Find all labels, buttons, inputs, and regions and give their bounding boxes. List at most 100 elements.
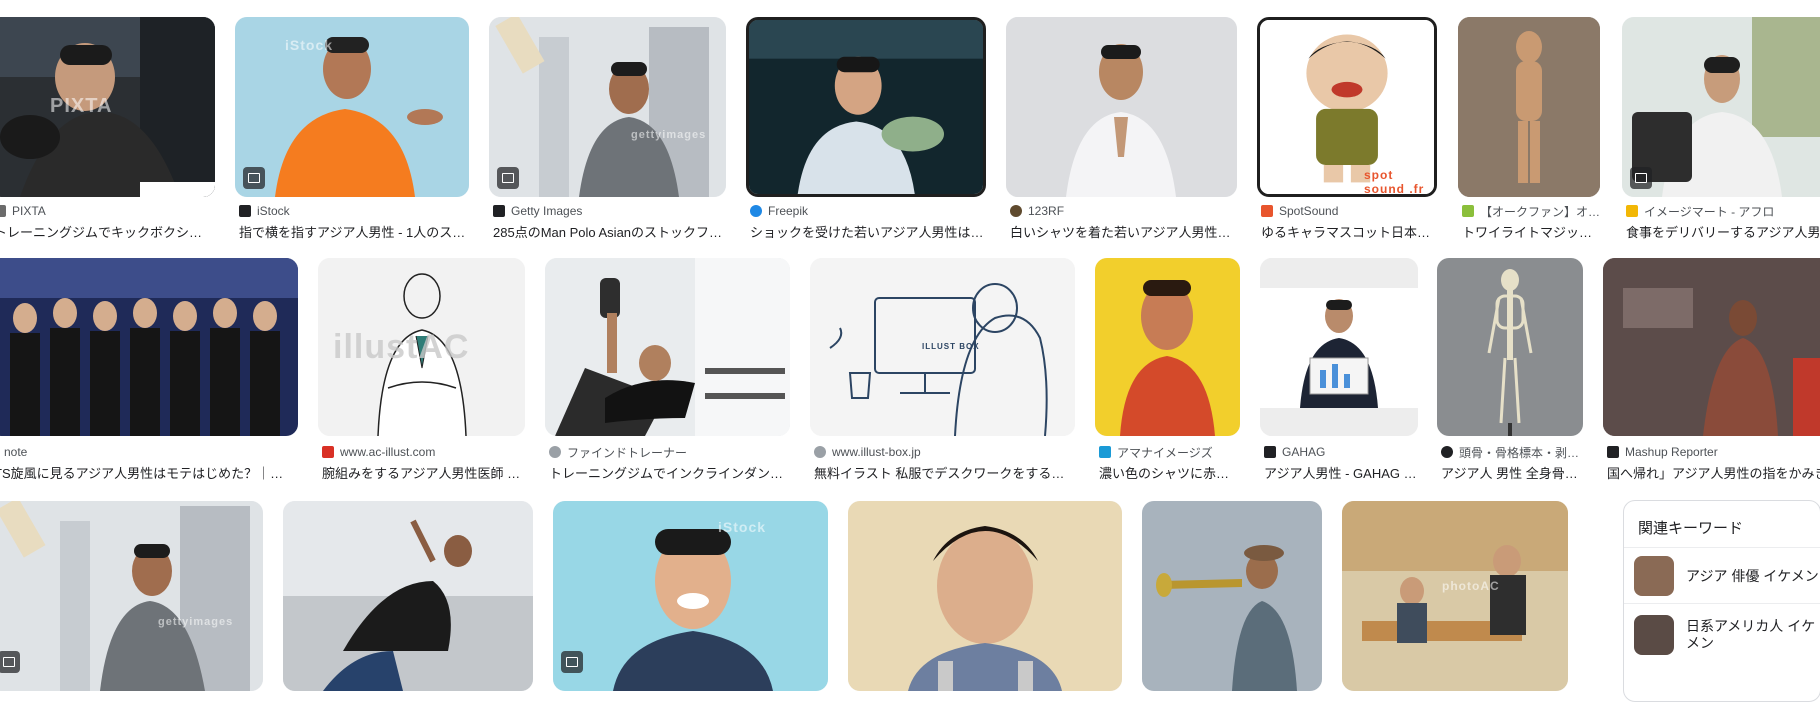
result-thumbnail[interactable] [746, 17, 986, 197]
image-result-card[interactable]: PIXTA PIXTA トレーニングジムでキックボクシング… [0, 17, 215, 245]
result-thumbnail[interactable] [848, 501, 1122, 691]
image-result-card[interactable]: spot sound .fr SpotSound ゆるキャラマスコット日本人… [1257, 17, 1437, 245]
image-result-card[interactable]: Freepik ショックを受けた若いアジア人男性は、… [746, 17, 986, 245]
source-label: note [4, 445, 28, 459]
result-thumbnail[interactable]: gettyimages [489, 17, 726, 197]
source-label: PIXTA [12, 204, 46, 218]
result-title[interactable]: 腕組みをするアジア人男性医師 イ… [322, 463, 525, 482]
result-source[interactable]: PIXTA [0, 203, 46, 219]
result-thumbnail[interactable]: illustAC [318, 258, 525, 436]
result-title[interactable]: 国へ帰れ」アジア人男性の指をかみき… [1607, 463, 1820, 482]
image-result-card[interactable]: note TS旋風に見るアジア人男性はモテはじめた？｜Lara… [0, 258, 298, 486]
result-thumbnail[interactable]: spot sound .fr [1257, 17, 1437, 197]
image-result-card[interactable]: iStock iStock 指で横を指すアジア人男性 - 1人のスト… [235, 17, 469, 245]
image-result-card[interactable]: GAHAG アジア人男性 - GAHAG | … [1260, 258, 1418, 486]
image-result-card[interactable]: アマナイメージズ 濃い色のシャツに赤い… [1095, 258, 1240, 486]
result-title[interactable]: 指で横を指すアジア人男性 - 1人のスト… [239, 222, 469, 241]
result-source[interactable]: SpotSound [1261, 203, 1338, 219]
result-title[interactable]: 285点のMan Polo Asianのストックフォ… [493, 222, 727, 241]
image-gallery-icon [561, 651, 583, 673]
image-result-card[interactable]: iStock [553, 501, 828, 691]
source-label: アマナイメージズ [1117, 445, 1213, 460]
related-keyword-item[interactable]: 日系アメリカ人 イケメン [1624, 603, 1820, 666]
result-title[interactable]: 無料イラスト 私服でデスクワークをするアジ… [814, 463, 1075, 482]
image-result-card[interactable]: 123RF 白いシャツを着た若いアジア人男性が… [1006, 17, 1238, 245]
site-favicon-icon [1462, 205, 1474, 217]
result-title[interactable]: トレーニングジムでインクラインダンベ… [549, 463, 790, 482]
result-thumbnail[interactable]: gettyimages [0, 501, 263, 691]
result-thumbnail[interactable] [1095, 258, 1240, 436]
result-source[interactable]: 【オークファン】オ… [1462, 203, 1600, 219]
result-source[interactable]: 頭骨・骨格標本・剥… [1441, 444, 1579, 460]
result-thumbnail[interactable]: photoAC [1342, 501, 1568, 691]
watermark: iStock [285, 37, 334, 53]
image-result-card[interactable]: ILLUST BOX www.illust-box.jp 無料イラスト 私服でデ… [810, 258, 1075, 486]
result-source[interactable]: Freepik [750, 203, 808, 219]
source-label: Freepik [768, 204, 809, 218]
result-source[interactable]: www.illust-box.jp [814, 444, 921, 460]
result-source[interactable]: www.ac-illust.com [322, 444, 435, 460]
image-result-card[interactable]: illustAC www.ac-illust.com 腕組みをするアジア人男性医… [318, 258, 525, 486]
image-result-card[interactable]: 頭骨・骨格標本・剥… アジア人 男性 全身骨格… [1437, 258, 1583, 486]
result-source[interactable]: iStock [239, 203, 290, 219]
related-keyword-item[interactable]: アジア 俳優 イケメン [1624, 547, 1820, 604]
result-title[interactable]: ショックを受けた若いアジア人男性は、… [750, 222, 986, 241]
result-thumbnail[interactable] [0, 258, 298, 436]
image-result-card[interactable]: ファインドトレーナー トレーニングジムでインクラインダンベ… [545, 258, 790, 486]
image-row-1: PIXTA PIXTA トレーニングジムでキックボクシング… iStock iS… [0, 0, 1820, 250]
source-label: Mashup Reporter [1625, 445, 1718, 459]
site-favicon-icon [1607, 446, 1619, 458]
result-thumbnail[interactable] [1437, 258, 1583, 436]
result-source[interactable]: 123RF [1010, 203, 1064, 219]
image-result-card[interactable]: gettyimages Getty Images 285点のMan Polo A… [489, 17, 727, 245]
watermark: iStock [718, 519, 767, 535]
source-label: 【オークファン】オ… [1480, 204, 1601, 219]
image-result-card[interactable]: 【オークファン】オ… トワイライトマジック… [1458, 17, 1600, 245]
image-result-card[interactable]: photoAC [1342, 501, 1568, 691]
site-favicon-icon [1264, 446, 1276, 458]
image-result-card[interactable] [848, 501, 1122, 691]
image-result-card[interactable]: gettyimages [0, 501, 263, 691]
result-source[interactable]: note [0, 444, 27, 460]
result-thumbnail[interactable] [1622, 17, 1820, 197]
source-label: ファインドトレーナー [567, 445, 688, 460]
result-title[interactable]: アジア人男性 - GAHAG | … [1264, 463, 1418, 482]
result-source[interactable]: GAHAG [1264, 444, 1325, 460]
result-source[interactable]: Getty Images [493, 203, 582, 219]
image-result-card[interactable]: Mashup Reporter 国へ帰れ」アジア人男性の指をかみき… [1603, 258, 1820, 486]
site-favicon-icon [814, 446, 826, 458]
result-thumbnail[interactable]: iStock [553, 501, 828, 691]
result-source[interactable]: アマナイメージズ [1099, 444, 1213, 460]
source-label: 123RF [1028, 204, 1065, 218]
result-thumbnail[interactable] [283, 501, 533, 691]
result-thumbnail[interactable]: ILLUST BOX [810, 258, 1075, 436]
image-result-card[interactable] [283, 501, 533, 691]
site-favicon-icon [750, 205, 762, 217]
result-thumbnail[interactable]: iStock [235, 17, 469, 197]
source-label: SpotSound [1279, 204, 1339, 218]
result-title[interactable]: ゆるキャラマスコット日本人… [1261, 222, 1437, 241]
image-result-card[interactable]: イメージマート - アフロ 食事をデリバリーするアジア人男性 [1622, 17, 1820, 245]
result-thumbnail[interactable]: PIXTA [0, 17, 215, 197]
site-favicon-icon [1010, 205, 1022, 217]
related-keywords-title: 関連キーワード [1638, 520, 1744, 537]
result-thumbnail[interactable] [1142, 501, 1322, 691]
result-title[interactable]: トワイライトマジック… [1462, 222, 1600, 241]
result-thumbnail[interactable] [1260, 258, 1418, 436]
result-thumbnail[interactable] [1603, 258, 1820, 436]
result-source[interactable]: イメージマート - アフロ [1626, 203, 1774, 219]
result-source[interactable]: ファインドトレーナー [549, 444, 687, 460]
result-title[interactable]: アジア人 男性 全身骨格… [1441, 463, 1583, 482]
result-thumbnail[interactable] [545, 258, 790, 436]
result-title[interactable]: トレーニングジムでキックボクシング… [0, 222, 204, 241]
result-title[interactable]: 濃い色のシャツに赤い… [1099, 463, 1240, 482]
result-source[interactable]: Mashup Reporter [1607, 444, 1718, 460]
site-favicon-icon [239, 205, 251, 217]
result-title[interactable]: TS旋風に見るアジア人男性はモテはじめた？｜Lara… [0, 463, 286, 482]
result-thumbnail[interactable] [1458, 17, 1600, 197]
result-title[interactable]: 白いシャツを着た若いアジア人男性が… [1010, 222, 1238, 241]
image-result-card[interactable] [1142, 501, 1322, 691]
source-label: Getty Images [511, 204, 583, 218]
result-title[interactable]: 食事をデリバリーするアジア人男性 [1626, 222, 1820, 241]
result-thumbnail[interactable] [1006, 17, 1237, 197]
